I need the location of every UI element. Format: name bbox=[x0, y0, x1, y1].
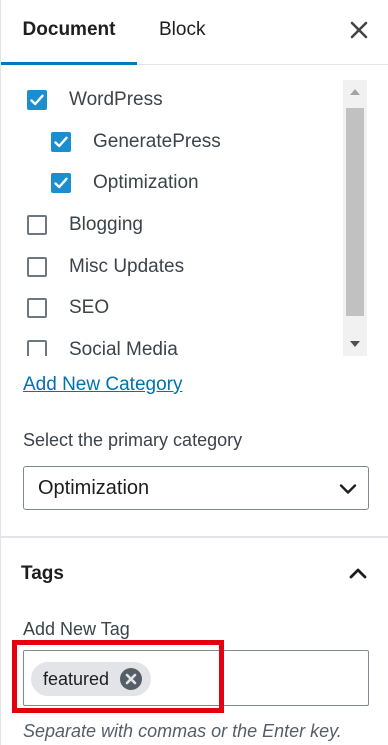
primary-category-select[interactable]: Optimization bbox=[23, 466, 369, 510]
triangle-up-icon bbox=[350, 89, 360, 95]
category-item-wordpress[interactable]: WordPress bbox=[27, 85, 163, 115]
category-item-optimization[interactable]: Optimization bbox=[51, 168, 199, 198]
category-label: Misc Updates bbox=[69, 256, 185, 277]
remove-circle-icon bbox=[120, 668, 143, 690]
tag-input-field[interactable]: featured bbox=[23, 650, 369, 706]
primary-category-value: Optimization bbox=[38, 477, 150, 499]
category-label: GeneratePress bbox=[93, 131, 221, 152]
add-new-category-link[interactable]: Add New Category bbox=[23, 374, 182, 396]
chevron-down-icon bbox=[339, 484, 357, 494]
checkmark-icon bbox=[54, 136, 68, 148]
add-new-tag-label: Add New Tag bbox=[23, 619, 130, 639]
category-item-misc-updates[interactable]: Misc Updates bbox=[27, 252, 184, 282]
close-button[interactable] bbox=[345, 16, 373, 44]
category-item-seo[interactable]: SEO bbox=[27, 293, 109, 323]
tag-token-label: featured bbox=[43, 668, 110, 689]
remove-tag-button[interactable] bbox=[119, 667, 143, 691]
scroll-up-button[interactable] bbox=[343, 80, 367, 104]
tags-panel-title: Tags bbox=[21, 563, 64, 584]
checkbox-checked[interactable] bbox=[27, 90, 47, 110]
category-label: SEO bbox=[69, 297, 110, 318]
settings-sidebar: Document Block WordPress GeneratePress O… bbox=[0, 0, 388, 745]
checkbox-unchecked[interactable] bbox=[27, 298, 47, 318]
tag-token: featured bbox=[31, 662, 152, 696]
close-icon bbox=[350, 21, 368, 39]
chevron-up-icon bbox=[349, 568, 367, 579]
tab-block[interactable]: Block bbox=[159, 0, 205, 62]
checkbox-checked[interactable] bbox=[51, 173, 71, 193]
category-item-social-media[interactable]: Social Media bbox=[27, 335, 178, 356]
category-item-generatepress[interactable]: GeneratePress bbox=[51, 127, 221, 157]
tags-panel-toggle[interactable]: Tags bbox=[1, 538, 388, 608]
category-list: WordPress GeneratePress Optimization Blo… bbox=[1, 80, 367, 356]
category-scrollbar[interactable] bbox=[343, 80, 367, 356]
primary-category-label: Select the primary category bbox=[23, 430, 243, 450]
checkbox-checked[interactable] bbox=[51, 132, 71, 152]
sidebar-tabs: Document Block bbox=[1, 0, 388, 65]
tag-help-text: Separate with commas or the Enter key. bbox=[23, 721, 342, 741]
checkmark-icon bbox=[54, 177, 68, 189]
category-label: WordPress bbox=[69, 89, 163, 110]
category-item-blogging[interactable]: Blogging bbox=[27, 210, 143, 240]
checkbox-unchecked[interactable] bbox=[27, 257, 47, 277]
scroll-thumb[interactable] bbox=[346, 108, 364, 316]
checkmark-icon bbox=[30, 94, 44, 106]
triangle-down-icon bbox=[350, 341, 360, 347]
tab-document[interactable]: Document bbox=[1, 0, 137, 65]
category-label: Social Media bbox=[69, 339, 178, 356]
checkbox-unchecked[interactable] bbox=[27, 215, 47, 235]
checkbox-unchecked[interactable] bbox=[27, 340, 47, 356]
category-label: Optimization bbox=[93, 172, 199, 193]
scroll-down-button[interactable] bbox=[343, 332, 367, 356]
category-label: Blogging bbox=[69, 214, 143, 235]
